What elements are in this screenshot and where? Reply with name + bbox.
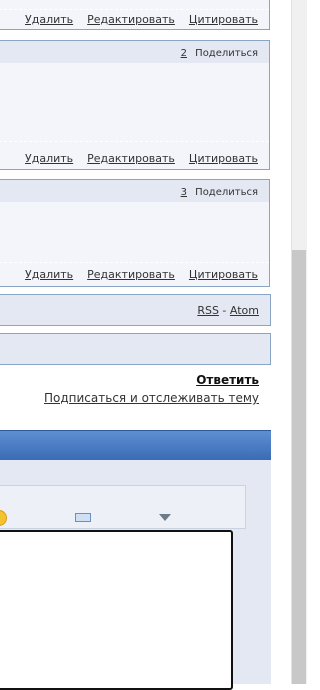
post-divider	[0, 262, 269, 263]
reply-button[interactable]: Ответить	[196, 373, 259, 387]
post-actions: Удалить Редактировать Цитировать	[11, 268, 258, 281]
post-number-link[interactable]: 2	[181, 48, 187, 59]
post-actions: Удалить Редактировать Цитировать	[11, 13, 258, 26]
smiley-icon[interactable]	[0, 510, 7, 526]
scrollbar-thumb[interactable]	[292, 250, 306, 684]
delete-link[interactable]: Удалить	[25, 13, 73, 26]
subscribe-link[interactable]: Подписаться и отслеживать тему	[44, 391, 259, 405]
edit-link[interactable]: Редактировать	[87, 13, 175, 26]
rss-link[interactable]: RSS	[197, 304, 219, 317]
quote-link[interactable]: Цитировать	[189, 13, 258, 26]
pagination-bar	[0, 333, 271, 365]
quote-link[interactable]: Цитировать	[189, 268, 258, 281]
atom-link[interactable]: Atom	[230, 304, 259, 317]
post-3: 3 Поделиться Удалить Редактировать Цитиров…	[0, 179, 270, 287]
delete-link[interactable]: Удалить	[25, 152, 73, 165]
post-2: 2 Поделиться Удалить Редактировать Цитиров…	[0, 40, 270, 170]
feed-separator: -	[222, 304, 227, 317]
feeds-bar: RSS - Atom	[0, 294, 271, 326]
feed-links: RSS - Atom	[197, 304, 259, 317]
post-header: 3 Поделиться	[0, 180, 269, 202]
post-number-link[interactable]: 3	[181, 187, 187, 198]
post-divider	[0, 9, 269, 10]
editor-header	[0, 430, 271, 460]
post-header: 2 Поделиться	[0, 41, 269, 63]
message-textarea[interactable]	[0, 530, 233, 690]
post-divider	[0, 141, 269, 142]
quote-link[interactable]: Цитировать	[189, 152, 258, 165]
keyboard-icon[interactable]	[75, 513, 91, 522]
share-button[interactable]: Поделиться	[195, 187, 258, 198]
post-1: Удалить Редактировать Цитировать	[0, 0, 270, 30]
share-button[interactable]: Поделиться	[195, 48, 258, 59]
editor-toolbar	[0, 485, 246, 529]
delete-link[interactable]: Удалить	[25, 268, 73, 281]
edit-link[interactable]: Редактировать	[87, 268, 175, 281]
post-actions: Удалить Редактировать Цитировать	[11, 152, 258, 165]
edit-link[interactable]: Редактировать	[87, 152, 175, 165]
dropdown-arrow-icon[interactable]	[159, 514, 171, 521]
